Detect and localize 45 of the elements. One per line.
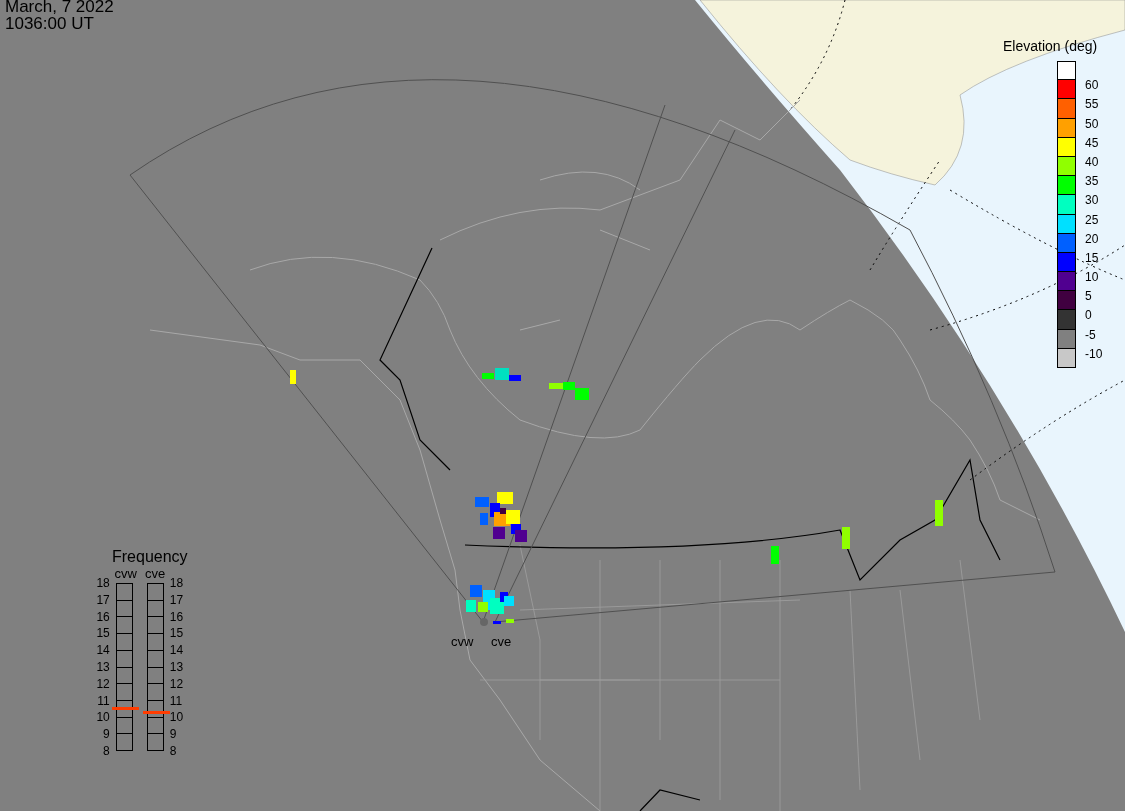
frequency-tick: 16 [96, 610, 110, 623]
legend-label: 35 [1085, 174, 1099, 189]
frequency-tick: 16 [169, 610, 184, 623]
frequency-tick: 14 [96, 644, 110, 657]
legend-label: 50 [1085, 116, 1099, 131]
frequency-tick: 14 [169, 644, 184, 657]
radar-site-label: cve [491, 634, 512, 649]
radar-site-label: cvw [451, 634, 474, 649]
legend-label: 15 [1085, 250, 1099, 265]
frequency-tick: 8 [103, 744, 110, 757]
frequency-tick: 12 [169, 677, 184, 690]
radar-name: cvw [114, 566, 137, 581]
legend-label: -5 [1085, 327, 1096, 342]
frequency-tick: 11 [97, 694, 110, 707]
frequency-tick: 10 [96, 711, 110, 724]
legend-label: 25 [1085, 212, 1099, 227]
frequency-tick: 11 [169, 694, 183, 707]
legend-label: 20 [1085, 231, 1099, 246]
frequency-tick: 17 [169, 593, 184, 606]
legend-label: 40 [1085, 154, 1099, 169]
frequency-title: Frequency [112, 548, 188, 566]
frequency-tick: 15 [96, 627, 110, 640]
legend-label: -10 [1085, 346, 1103, 361]
legend-label: 0 [1085, 308, 1092, 323]
frequency-tick: 18 [96, 577, 110, 589]
frequency-tick: 8 [169, 744, 177, 757]
frequency-tick: 13 [169, 661, 184, 673]
frequency-tick: 9 [169, 728, 177, 741]
frequency-tick: 18 [169, 577, 184, 589]
frequency-tick: 17 [96, 593, 110, 606]
legend-label: 30 [1085, 193, 1099, 208]
frequency-tick: 9 [103, 728, 110, 741]
radar-name: cve [144, 566, 166, 581]
legend-label: 60 [1085, 78, 1099, 93]
legend-title: Elevation (deg) [1003, 38, 1098, 54]
frequency-tick: 12 [96, 677, 110, 690]
date-text: March, 7 2022 [5, 0, 114, 15]
frequency-tick: 13 [96, 661, 110, 673]
frequency-tick: 10 [169, 711, 184, 724]
legend-label: 5 [1085, 289, 1092, 304]
time-text: 1036:00 UT [5, 15, 95, 32]
legend-label: 55 [1085, 97, 1099, 112]
legend-label: 10 [1085, 270, 1099, 285]
legend-label: 45 [1085, 135, 1099, 150]
frequency-tick: 15 [169, 627, 184, 640]
